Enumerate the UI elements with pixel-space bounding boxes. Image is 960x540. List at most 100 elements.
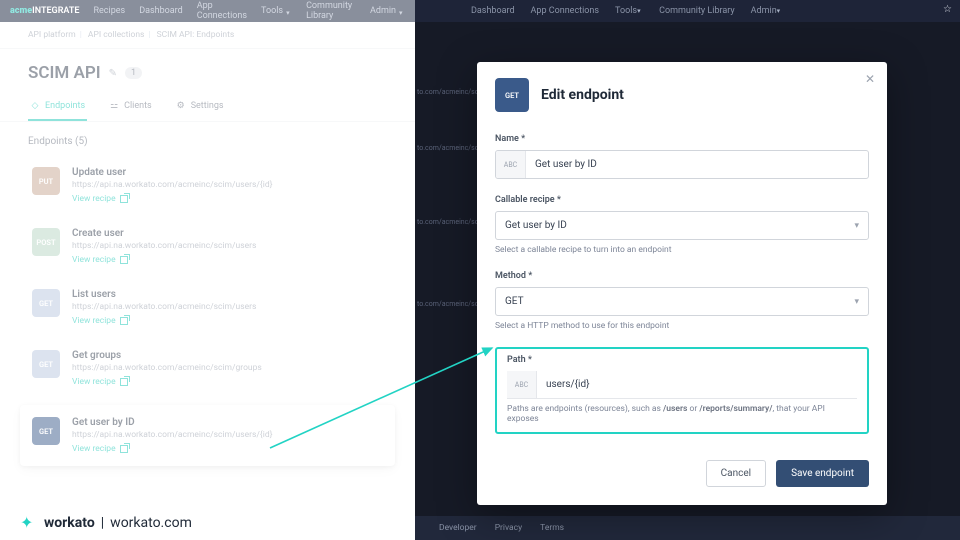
chevron-down-icon — [399, 8, 405, 14]
chevron-down-icon — [637, 6, 643, 12]
method-badge: GET — [32, 417, 60, 445]
tabs: ◇ Endpoints ⚍ Clients ⚙ Settings — [0, 93, 415, 122]
tab-clients[interactable]: ⚍ Clients — [107, 93, 154, 121]
external-link-icon — [120, 378, 128, 386]
chevron-down-icon: ▾ — [854, 297, 859, 307]
people-icon: ⚍ — [109, 101, 119, 111]
view-recipe-link[interactable]: View recipe — [72, 255, 383, 265]
background-app-right: Dashboard App Connections Tools Communit… — [415, 0, 960, 540]
nav-dashboard[interactable]: Dashboard — [139, 6, 183, 16]
close-icon[interactable]: ✕ — [865, 72, 875, 86]
field-callable-recipe: Callable recipe * Get user by ID▾ Select… — [495, 195, 869, 255]
endpoint-url: https://api.na.workato.com/acmeinc/scim/… — [72, 180, 383, 190]
external-link-icon — [120, 317, 128, 325]
modal-title: Edit endpoint — [541, 87, 624, 103]
footer-link[interactable]: Terms — [540, 523, 564, 533]
page-title: SCIM API — [28, 63, 101, 83]
endpoint-card[interactable]: GET Get user by ID https://api.na.workato.… — [20, 405, 395, 466]
modal-header: GET Edit endpoint — [495, 78, 869, 112]
endpoint-list: PUT Update user https://api.na.workato.com… — [0, 151, 415, 476]
footer-link[interactable]: Developer — [439, 523, 477, 533]
help-text: Select a HTTP method to use for this end… — [495, 321, 869, 331]
tab-label: Endpoints — [45, 101, 85, 111]
nav-admin[interactable]: Admin — [370, 6, 405, 16]
edit-endpoint-modal: ✕ GET Edit endpoint Name * ABC Get user … — [477, 62, 887, 505]
watermark-site: workato.com — [110, 515, 192, 531]
external-link-icon — [120, 195, 128, 203]
endpoint-card[interactable]: GET Get groups https://api.na.workato.com/… — [20, 338, 395, 399]
brand-logo: acmeINTEGRATE — [10, 6, 79, 16]
endpoint-card[interactable]: PUT Update user https://api.na.workato.com… — [20, 155, 395, 216]
node-icon: ◇ — [30, 101, 40, 111]
view-recipe-link[interactable]: View recipe — [72, 377, 383, 387]
field-path-highlight: Path * ABC users/{id} Paths are endpoint… — [495, 347, 869, 434]
endpoint-url: https://api.na.workato.com/acmeinc/scim/… — [72, 430, 383, 440]
watermark: ✦ workato | workato.com — [20, 514, 192, 532]
endpoint-card[interactable]: GET List users https://api.na.workato.com/… — [20, 277, 395, 338]
version-pill: 1 — [125, 67, 142, 79]
endpoint-name: Get user by ID — [72, 417, 383, 428]
nav-admin[interactable]: Admin — [751, 6, 783, 16]
breadcrumb: API platform| API collections| SCIM API:… — [0, 22, 415, 49]
footer-link[interactable]: Privacy — [495, 523, 522, 533]
nav-tools[interactable]: Tools — [615, 6, 643, 16]
modal-actions: Cancel Save endpoint — [495, 460, 869, 487]
gear-icon: ⚙ — [176, 101, 186, 111]
nav-community-library[interactable]: Community Library — [659, 6, 735, 16]
field-method: Method * GET▾ Select a HTTP method to us… — [495, 271, 869, 331]
nav-dashboard[interactable]: Dashboard — [471, 6, 515, 16]
endpoint-url: https://api.na.workato.com/acmeinc/scim/… — [72, 241, 383, 251]
nav-app-connections[interactable]: App Connections — [531, 6, 600, 16]
tab-settings[interactable]: ⚙ Settings — [174, 93, 226, 121]
view-recipe-link[interactable]: View recipe — [72, 444, 383, 454]
topbar-right: Dashboard App Connections Tools Communit… — [415, 0, 960, 22]
help-text: Select a callable recipe to turn into an… — [495, 245, 869, 255]
chevron-down-icon: ▾ — [854, 221, 859, 231]
tab-label: Clients — [124, 101, 152, 111]
breadcrumb-item[interactable]: API collections — [88, 30, 145, 40]
endpoint-url: https://api.na.workato.com/acmeinc/scim/… — [72, 302, 383, 312]
external-link-icon — [120, 256, 128, 264]
modal-backdrop[interactable]: to.com/acmeinc/sci to.com/acmeinc/sci to… — [415, 22, 960, 540]
path-input[interactable]: ABC users/{id} — [507, 371, 857, 399]
endpoint-name: Update user — [72, 167, 383, 178]
chevron-down-icon — [777, 6, 783, 12]
view-recipe-link[interactable]: View recipe — [72, 316, 383, 326]
nav-tools[interactable]: Tools — [261, 6, 292, 16]
method-select[interactable]: GET▾ — [495, 287, 869, 316]
help-text: Paths are endpoints (resources), such as… — [507, 404, 857, 424]
footer: Developer Privacy Terms — [415, 516, 960, 540]
pencil-icon[interactable]: ✎ — [109, 68, 117, 79]
endpoint-name: List users — [72, 289, 383, 300]
save-endpoint-button[interactable]: Save endpoint — [776, 460, 869, 487]
name-input[interactable]: ABC Get user by ID — [495, 150, 869, 179]
method-badge: GET — [32, 289, 60, 317]
endpoint-url: https://api.na.workato.com/acmeinc/scim/… — [72, 363, 383, 373]
endpoint-card[interactable]: POST Create user https://api.na.workato.co… — [20, 216, 395, 277]
endpoint-name: Create user — [72, 228, 383, 239]
breadcrumb-item[interactable]: API platform — [28, 30, 76, 40]
callable-recipe-select[interactable]: Get user by ID▾ — [495, 211, 869, 240]
method-badge: GET — [495, 78, 529, 112]
abc-icon: ABC — [507, 371, 537, 398]
nav-community-library[interactable]: Community Library — [306, 1, 356, 21]
method-badge: PUT — [32, 167, 60, 195]
breadcrumb-item: SCIM API: Endpoints — [157, 30, 235, 40]
cancel-button[interactable]: Cancel — [706, 460, 766, 487]
nav-recipes[interactable]: Recipes — [93, 6, 125, 16]
chevron-down-icon — [286, 8, 292, 14]
workato-logo-icon: ✦ — [20, 514, 38, 532]
background-app-left: acmeINTEGRATE Recipes Dashboard App Conn… — [0, 0, 415, 540]
tab-endpoints[interactable]: ◇ Endpoints — [28, 93, 87, 121]
tab-label: Settings — [191, 101, 224, 111]
view-recipe-link[interactable]: View recipe — [72, 194, 383, 204]
page-title-row: SCIM API ✎ 1 — [0, 49, 415, 93]
method-badge: GET — [32, 350, 60, 378]
endpoint-name: Get groups — [72, 350, 383, 361]
endpoints-heading: Endpoints (5) — [0, 122, 415, 151]
nav-app-connections[interactable]: App Connections — [197, 1, 247, 21]
external-link-icon — [120, 445, 128, 453]
field-name: Name * ABC Get user by ID — [495, 134, 869, 179]
star-icon[interactable]: ☆ — [943, 4, 952, 15]
method-badge: POST — [32, 228, 60, 256]
